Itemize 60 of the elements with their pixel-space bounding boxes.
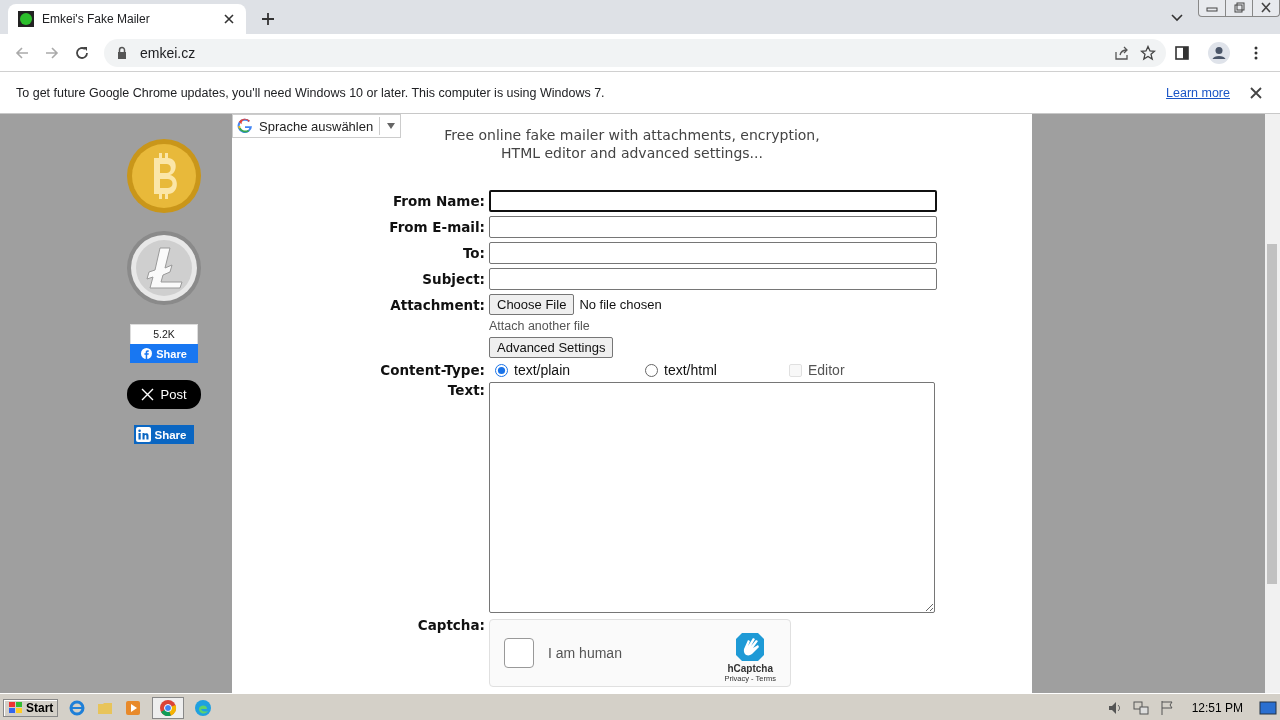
field-label: Attachment: xyxy=(389,296,485,313)
file-status: No file chosen xyxy=(579,297,662,312)
start-button[interactable]: Start xyxy=(3,698,59,717)
learn-more-link[interactable]: Learn more xyxy=(1166,85,1230,100)
input-field[interactable] xyxy=(489,190,937,212)
heading-line: HTML editor and advanced settings... xyxy=(501,144,763,162)
profile-icon[interactable] xyxy=(1208,41,1230,64)
language-selector[interactable]: Sprache auswählen xyxy=(232,114,402,138)
scrollbar[interactable] xyxy=(1265,114,1280,693)
linkedin-share-button[interactable]: Share xyxy=(133,425,195,444)
clock: 12:51 PM xyxy=(1191,700,1243,715)
field-label: Content-Type: xyxy=(379,362,485,378)
address-bar[interactable]: emkei.cz xyxy=(104,38,1166,67)
input-field[interactable] xyxy=(489,242,937,264)
network-icon[interactable] xyxy=(1131,698,1150,717)
star-icon[interactable] xyxy=(1140,44,1156,61)
show-desktop-icon[interactable] xyxy=(1259,698,1277,717)
choose-file-button[interactable]: Choose File xyxy=(489,294,575,315)
side-panel-icon[interactable] xyxy=(1174,44,1190,61)
dropdown-arrow-icon xyxy=(386,121,397,131)
x-icon xyxy=(141,388,155,401)
radio-button[interactable] xyxy=(645,363,658,377)
field-label: Text: xyxy=(446,382,485,398)
internet-explorer-icon[interactable] xyxy=(68,698,87,717)
share-icon[interactable] xyxy=(1114,44,1130,61)
field-label: Captcha: xyxy=(416,617,485,633)
new-tab-icon[interactable] xyxy=(260,11,276,27)
heading-line: Free online fake mailer with attachments, encryption, xyxy=(444,126,820,144)
brand-label: hCaptcha xyxy=(727,663,773,674)
litecoin-coin-icon[interactable] xyxy=(126,230,202,306)
checkbox-label: Editor xyxy=(808,362,845,378)
attach-another-link[interactable]: Attach another file xyxy=(489,319,937,333)
chrome-taskbar-button[interactable] xyxy=(152,696,185,719)
windows-logo-icon xyxy=(8,700,24,715)
input-field[interactable] xyxy=(489,216,937,238)
radio-label: text/plain xyxy=(514,362,571,378)
site-favicon-icon xyxy=(18,11,34,27)
hand-icon xyxy=(734,631,767,663)
back-icon[interactable] xyxy=(14,44,30,61)
google-icon xyxy=(237,118,253,134)
captcha-label: I am human xyxy=(548,645,623,661)
post-button[interactable]: Post xyxy=(127,380,201,409)
field-label: From Name: xyxy=(391,193,485,209)
close-icon[interactable] xyxy=(222,12,236,26)
radio-label: text/html xyxy=(664,362,717,378)
reload-icon[interactable] xyxy=(74,44,90,61)
media-player-icon[interactable] xyxy=(124,698,143,717)
field-label: To: xyxy=(461,245,485,261)
field-label: Subject: xyxy=(421,271,485,287)
field-label: From E-mail: xyxy=(388,219,485,235)
radio-button[interactable] xyxy=(495,363,508,377)
forward-icon[interactable] xyxy=(44,44,60,61)
advanced-settings-button[interactable]: Advanced Settings xyxy=(489,337,614,358)
captcha-checkbox[interactable] xyxy=(504,638,534,668)
linkedin-icon xyxy=(135,427,151,442)
facebook-icon xyxy=(141,348,153,359)
browser-tab[interactable]: Emkei's Fake Mailer xyxy=(8,4,246,34)
close-icon[interactable] xyxy=(1248,84,1264,101)
update-message: To get future Google Chrome updates, you'll need Windows 10 or later. This computer is using Windows 7. xyxy=(16,85,606,100)
input-field[interactable] xyxy=(489,268,937,290)
